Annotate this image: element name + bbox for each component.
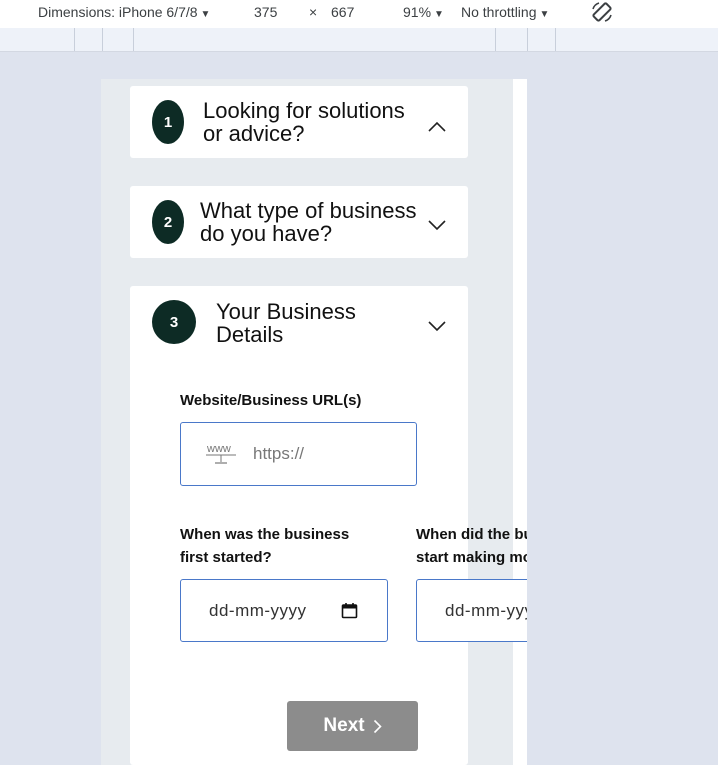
step-3-title[interactable]: Your Business Details — [216, 300, 356, 346]
caret-down-icon: ▼ — [434, 9, 444, 20]
step-2-title-line2: do you have? — [200, 221, 333, 246]
chevron-down-icon[interactable] — [427, 320, 447, 332]
started-date-value: dd-mm-yyyy — [209, 601, 307, 620]
step-1-number: 1 — [152, 100, 184, 144]
step-1-card[interactable]: 1 Looking for solutions or advice? — [130, 86, 468, 158]
step-2-title-line1: What type of business — [200, 198, 417, 223]
step-1-title-line1: Looking for solutions — [203, 98, 405, 123]
money-date-value: dd-mm-yyyy — [445, 601, 527, 620]
step-2-card[interactable]: 2 What type of business do you have? — [130, 186, 468, 258]
website-placeholder: https:// — [253, 444, 305, 463]
chevron-right-icon — [373, 719, 382, 733]
step-1-title-line2: or advice? — [203, 121, 305, 146]
started-label-line2: first started? — [180, 549, 272, 566]
calendar-icon[interactable] — [341, 602, 358, 619]
www-icon: www — [206, 443, 236, 464]
step-3-title-line1: Your Business — [216, 299, 356, 324]
started-label: When was the business first started? — [180, 523, 349, 569]
zoom-label: 91% — [403, 4, 432, 20]
throttling-label: No throttling — [461, 4, 537, 20]
devtools-toolbar: Dimensions: iPhone 6/7/8 ▼ 375 × 667 91% ▼… — [0, 0, 718, 28]
throttling-dropdown[interactable]: No throttling ▼ — [461, 4, 549, 20]
chevron-down-icon[interactable] — [427, 219, 447, 231]
website-label: Website/Business URL(s) — [180, 392, 362, 409]
money-date-input[interactable]: dd-mm-yyyy — [416, 579, 527, 642]
started-label-line1: When was the business — [180, 526, 350, 543]
money-label-line1: When did the business — [416, 526, 527, 543]
step-2-title: What type of business do you have? — [200, 199, 416, 245]
device-viewport: 1 Looking for solutions or advice? 2 Wha… — [101, 79, 527, 765]
step-2-number: 2 — [152, 200, 184, 244]
svg-text:www: www — [206, 443, 231, 455]
media-query-ruler — [0, 28, 718, 52]
next-label: Next — [323, 715, 365, 736]
money-label: When did the business start making money… — [416, 523, 527, 569]
caret-down-icon: ▼ — [200, 9, 211, 20]
step-3-number: 3 — [152, 300, 196, 344]
zoom-dropdown[interactable]: 91% ▼ — [403, 4, 444, 20]
money-label-line2: start making money? — [416, 549, 527, 566]
form-column: 1 Looking for solutions or advice? 2 Wha… — [101, 79, 527, 765]
started-date-input[interactable]: dd-mm-yyyy — [180, 579, 388, 642]
chevron-up-icon[interactable] — [427, 121, 447, 133]
times-icon: × — [309, 4, 318, 20]
rotate-icon[interactable] — [590, 0, 614, 27]
caret-down-icon: ▼ — [539, 9, 550, 20]
website-input[interactable]: www https:// — [180, 422, 417, 486]
height-input[interactable]: 667 — [331, 4, 354, 20]
next-button[interactable]: Next — [287, 701, 418, 751]
dimensions-label: Dimensions: iPhone 6/7/8 — [38, 4, 198, 20]
dimensions-dropdown[interactable]: Dimensions: iPhone 6/7/8 ▼ — [38, 4, 210, 20]
width-input[interactable]: 375 — [254, 4, 277, 20]
step-1-title: Looking for solutions or advice? — [203, 99, 405, 145]
step-3-title-line2: Details — [216, 322, 284, 347]
step-3-card: 3 Your Business Details Website/Business… — [130, 286, 527, 765]
